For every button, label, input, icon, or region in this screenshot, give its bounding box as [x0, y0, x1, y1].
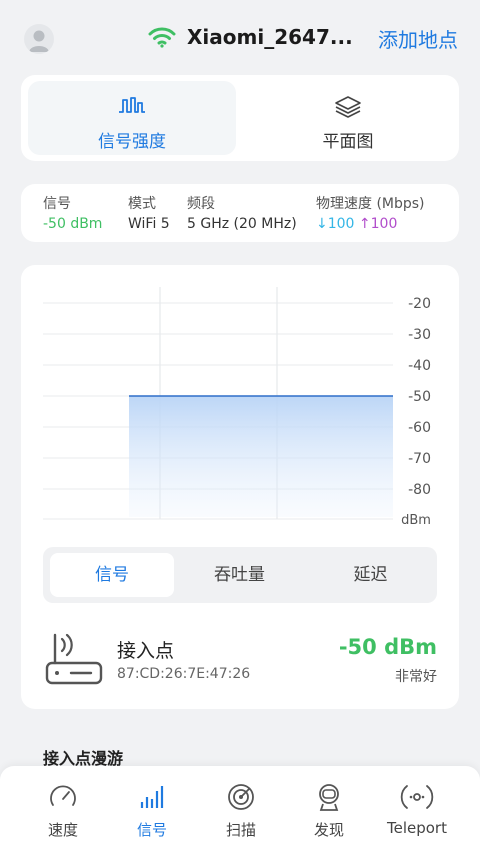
speed-values: ↓100 ↑100: [316, 216, 425, 232]
layers-icon: [335, 96, 361, 118]
band-value: 5 GHz (20 MHz): [187, 216, 297, 232]
segment-signal[interactable]: 信号: [50, 553, 174, 597]
signal-info: 信号 -50 dBm: [43, 193, 102, 232]
signal-chart: -20 -30 -40 -50 -60 -70 -80 dBm: [43, 287, 431, 528]
nav-speed[interactable]: 速度: [15, 766, 111, 854]
access-point-mac: 87:CD:26:7E:47:26: [117, 666, 251, 682]
y-tick-label: -20: [408, 296, 431, 312]
metric-segmented-control: 信号 吞吐量 延迟: [43, 547, 437, 603]
nav-label: 扫描: [225, 821, 256, 839]
speed-info: 物理速度 (Mbps) ↓100 ↑100: [316, 193, 425, 232]
segment-throughput[interactable]: 吞吐量: [174, 547, 305, 603]
tab-label: 信号强度: [98, 132, 166, 152]
teleport-icon: [400, 785, 434, 809]
router-icon: [45, 633, 103, 685]
y-tick-label: -30: [408, 327, 431, 343]
network-name[interactable]: Xiaomi_2647...: [187, 25, 353, 49]
wifi-icon: [148, 27, 176, 48]
mode-value: WiFi 5: [128, 216, 170, 232]
discover-icon: [319, 784, 339, 811]
nav-scan[interactable]: 扫描: [193, 766, 289, 854]
nav-label: Teleport: [387, 819, 447, 837]
signal-wave-icon: [119, 97, 145, 113]
mode-label: 模式: [128, 196, 156, 212]
tab-floor-plan[interactable]: 平面图: [244, 81, 452, 155]
segment-latency[interactable]: 延迟: [305, 547, 436, 603]
tab-signal-strength[interactable]: 信号强度: [28, 81, 236, 155]
download-speed: ↓100: [316, 216, 355, 232]
nav-teleport[interactable]: Teleport: [369, 766, 465, 854]
signal-bars-icon: [140, 786, 164, 808]
access-point-signal: -50 dBm: [338, 635, 437, 659]
nav-label: 速度: [47, 821, 78, 839]
nav-label: 发现: [313, 821, 344, 839]
add-location-button[interactable]: 添加地点: [378, 24, 458, 53]
top-bar: Xiaomi_2647... 添加地点: [0, 0, 480, 76]
band-label: 频段: [187, 196, 215, 212]
signal-value: -50 dBm: [43, 216, 103, 232]
y-tick-label: -50: [408, 389, 431, 405]
view-tabs: 信号强度 平面图: [21, 75, 459, 161]
avatar[interactable]: [24, 24, 54, 54]
y-tick-label: -70: [408, 451, 431, 467]
nav-label: 信号: [136, 821, 167, 839]
y-tick-label: -80: [408, 482, 431, 498]
tab-label: 平面图: [322, 132, 374, 152]
y-tick-label: -40: [408, 358, 431, 374]
speed-label: 物理速度 (Mbps): [316, 196, 425, 212]
y-tick-label: -60: [408, 420, 431, 436]
signal-label: 信号: [43, 196, 71, 212]
nav-signal[interactable]: 信号: [104, 766, 200, 854]
connection-info: 信号 -50 dBm 模式 WiFi 5 频段 5 GHz (20 MHz) 物…: [21, 184, 459, 242]
speedometer-icon: [50, 785, 76, 806]
upload-speed: ↑100: [358, 216, 398, 232]
nav-discover[interactable]: 发现: [281, 766, 377, 854]
user-icon: [29, 30, 49, 52]
mode-info: 模式 WiFi 5: [128, 193, 170, 232]
signal-chart-card: -20 -30 -40 -50 -60 -70 -80 dBm 信号 吞吐量 延迟 接入点 …: [21, 265, 459, 709]
y-axis-unit: dBm: [401, 513, 431, 528]
bottom-navigation: 速度 信号 扫描 发现 Teleport: [0, 766, 480, 854]
band-info: 频段 5 GHz (20 MHz): [187, 193, 297, 232]
radar-icon: [228, 784, 254, 810]
access-point-title: 接入点: [117, 640, 175, 662]
signal-quality: 非常好: [395, 669, 437, 685]
signal-area: [129, 396, 393, 517]
